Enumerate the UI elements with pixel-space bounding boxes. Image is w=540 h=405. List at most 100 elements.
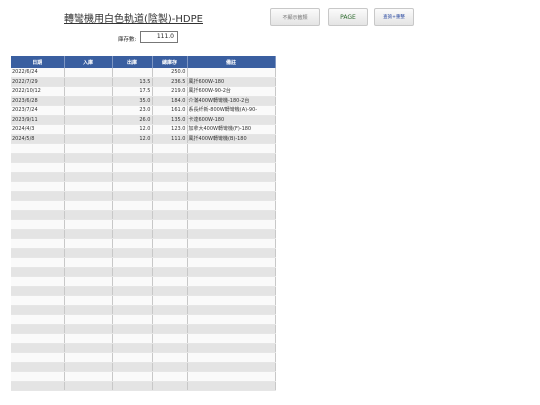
table-row[interactable]: 2023/7/24 23.0 161.0 系長纤新-800W轉彎機(A)-90- <box>11 105 276 116</box>
cell-in <box>64 115 113 125</box>
empty-cell <box>152 362 188 372</box>
empty-cell <box>64 229 113 239</box>
empty-cell <box>187 276 276 287</box>
empty-cell <box>112 153 153 163</box>
empty-table-row[interactable] <box>11 324 276 334</box>
empty-cell <box>152 210 188 220</box>
cell-in <box>64 77 113 87</box>
table-row[interactable]: 2024/5/8 12.0 111.0 風扦400W轉彎機(B)-180 <box>11 134 276 144</box>
table-row[interactable]: 2024/4/3 12.0 123.0 加拿大400W轉彎機(F)-180 <box>11 124 276 135</box>
empty-cell <box>187 248 276 258</box>
empty-table-row[interactable] <box>11 172 276 182</box>
page-button[interactable]: PAGE <box>328 8 368 26</box>
empty-table-row[interactable] <box>11 153 276 163</box>
empty-cell <box>187 238 276 249</box>
empty-cell <box>112 352 153 363</box>
empty-cell <box>187 295 276 306</box>
empty-table-row[interactable] <box>11 371 276 382</box>
empty-cell <box>187 286 276 296</box>
empty-table-row[interactable] <box>11 219 276 230</box>
query-refresh-button[interactable]: 查詢+重整 <box>374 8 414 26</box>
empty-table-row[interactable] <box>11 295 276 306</box>
empty-cell <box>64 162 113 173</box>
empty-cell <box>11 210 65 220</box>
cell-in <box>64 96 113 106</box>
cell-in <box>64 86 113 97</box>
table-header-row: 日期 入庫 出庫 總庫存 備註 <box>11 56 276 68</box>
empty-cell <box>152 371 188 382</box>
empty-cell <box>11 238 65 249</box>
empty-table-row[interactable] <box>11 248 276 258</box>
empty-table-row[interactable] <box>11 381 276 391</box>
cell-out: 13.5 <box>112 77 153 87</box>
empty-cell <box>11 191 65 201</box>
empty-table-row[interactable] <box>11 343 276 353</box>
empty-cell <box>112 181 153 192</box>
cell-out <box>112 68 153 78</box>
table-row[interactable]: 2023/6/28 35.0 184.0 介滿400W轉彎機-180-2台 <box>11 96 276 106</box>
empty-table-row[interactable] <box>11 162 276 173</box>
empty-table-row[interactable] <box>11 286 276 296</box>
cell-date: 2024/5/8 <box>11 134 65 144</box>
header-in: 入庫 <box>64 56 113 68</box>
cell-out: 26.0 <box>112 115 153 125</box>
empty-table-row[interactable] <box>11 210 276 220</box>
empty-cell <box>112 381 153 391</box>
empty-cell <box>152 162 188 173</box>
empty-cell <box>64 172 113 182</box>
cell-total: 161.0 <box>152 105 188 116</box>
empty-table-row[interactable] <box>11 352 276 363</box>
empty-table-row[interactable] <box>11 314 276 325</box>
empty-cell <box>187 219 276 230</box>
empty-table-row[interactable] <box>11 267 276 277</box>
empty-cell <box>112 229 153 239</box>
empty-cell <box>152 305 188 315</box>
empty-table-row[interactable] <box>11 257 276 268</box>
empty-cell <box>64 238 113 249</box>
empty-cell <box>11 381 65 391</box>
cell-total: 219.0 <box>152 86 188 97</box>
hide-button[interactable]: 不顯示籤類 <box>270 8 320 26</box>
empty-cell <box>11 295 65 306</box>
empty-table-row[interactable] <box>11 238 276 249</box>
empty-table-row[interactable] <box>11 333 276 344</box>
empty-cell <box>187 267 276 277</box>
header-note: 備註 <box>187 56 276 68</box>
empty-cell <box>64 153 113 163</box>
empty-cell <box>187 200 276 211</box>
empty-cell <box>112 172 153 182</box>
empty-cell <box>11 371 65 382</box>
ledger-table: 日期 入庫 出庫 總庫存 備註 2022/6/24 250.0 2022/7/29 1… <box>11 56 276 391</box>
empty-cell <box>187 257 276 268</box>
empty-table-row[interactable] <box>11 200 276 211</box>
empty-cell <box>11 200 65 211</box>
page-title: 轉彎機用白色軌道(陰製)-HDPE <box>64 14 203 25</box>
empty-cell <box>152 314 188 325</box>
empty-cell <box>152 219 188 230</box>
empty-table-row[interactable] <box>11 229 276 239</box>
empty-table-row[interactable] <box>11 143 276 154</box>
empty-table-row[interactable] <box>11 276 276 287</box>
empty-cell <box>112 276 153 287</box>
empty-cell <box>64 200 113 211</box>
empty-table-row[interactable] <box>11 191 276 201</box>
empty-table-row[interactable] <box>11 362 276 372</box>
empty-cell <box>112 324 153 334</box>
empty-cell <box>152 191 188 201</box>
table-row[interactable]: 2022/7/29 13.5 236.5 風扦600W-180 <box>11 77 276 87</box>
cell-total: 184.0 <box>152 96 188 106</box>
empty-table-row[interactable] <box>11 305 276 315</box>
empty-cell <box>152 257 188 268</box>
cell-note: 卡達600W-180 <box>187 115 276 125</box>
table-row[interactable]: 2022/6/24 250.0 <box>11 68 276 78</box>
stock-value-field[interactable]: 111.0 <box>140 31 178 43</box>
table-row[interactable]: 2023/9/11 26.0 135.0 卡達600W-180 <box>11 115 276 125</box>
empty-cell <box>11 276 65 287</box>
table-row[interactable]: 2022/10/12 17.5 219.0 風扦600W-90-2台 <box>11 86 276 97</box>
cell-note: 風扦600W-180 <box>187 77 276 87</box>
empty-cell <box>64 314 113 325</box>
empty-cell <box>152 267 188 277</box>
empty-table-row[interactable] <box>11 181 276 192</box>
empty-cell <box>64 286 113 296</box>
cell-out: 17.5 <box>112 86 153 97</box>
